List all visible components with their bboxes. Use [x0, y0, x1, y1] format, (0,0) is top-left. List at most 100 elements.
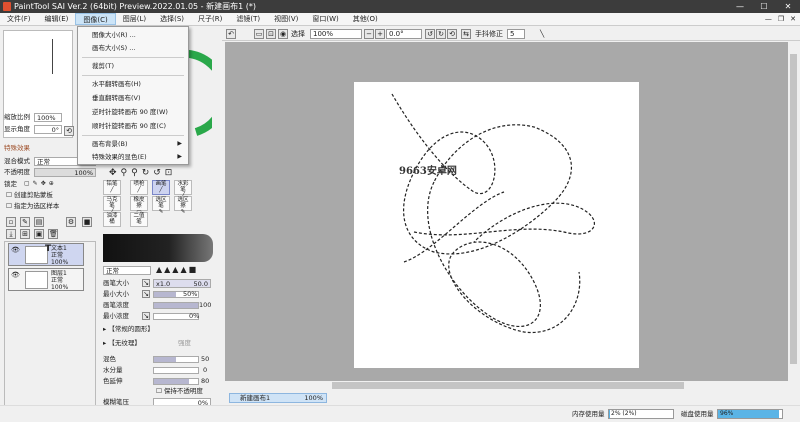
menu-item-rotate-cw[interactable]: 顺时针旋转画布 90 度(C)	[92, 122, 166, 131]
submenu-arrow-icon: ▶	[177, 153, 182, 160]
rotate-right-icon[interactable]: ↻	[436, 29, 446, 39]
menu-edit[interactable]: 编辑(E)	[38, 13, 76, 25]
tool-select-pen[interactable]: 选区笔 ✎	[152, 196, 170, 215]
stabilizer-select[interactable]: 5	[507, 29, 525, 39]
undo-icon[interactable]: ↶	[226, 29, 236, 39]
canvas-toolbar: ↶ ▭ ⊡ ◉ 选择 100% − + 0.0° ↺ ↻ ⟲ ⇆ 手抖修正 5 …	[222, 27, 800, 41]
tool-icons-row[interactable]: ✥⚲⚲↻↺⊡	[109, 168, 176, 178]
menu-ruler[interactable]: 尺子(R)	[191, 13, 229, 25]
opacity-slider[interactable]: 100%	[34, 168, 96, 177]
menu-item-flip-horizontal[interactable]: 水平翻转画布(H)	[92, 80, 141, 89]
tool-binary-pen[interactable]: 二值笔	[130, 212, 148, 227]
delete-layer-icon[interactable]: 🗑	[48, 229, 58, 239]
watermark-text: 9663安卓网	[399, 164, 457, 177]
menu-image[interactable]: 图像(C)	[75, 13, 116, 25]
rotate-reset-icon[interactable]: ⟲	[447, 29, 457, 39]
brush-shape-icons[interactable]: ▲▲▲▲■	[156, 265, 198, 274]
vertical-scroll-thumb[interactable]	[790, 54, 797, 364]
zoom-out-icon[interactable]: −	[364, 29, 374, 39]
rotate-left-icon[interactable]: ↺	[425, 29, 435, 39]
brush-size-slider[interactable]: x1.0 50.0	[153, 279, 211, 288]
persistence-slider[interactable]	[153, 378, 199, 385]
density-slider[interactable]	[153, 302, 199, 309]
select-label: 选择	[291, 30, 305, 38]
brush-blend-select[interactable]: 正常	[103, 266, 151, 275]
line-tool-icon[interactable]: ╲	[540, 29, 544, 39]
menu-item-rotate-ccw[interactable]: 逆时针旋转画布 90 度(W)	[92, 108, 168, 117]
disk-value: 96%	[720, 410, 734, 417]
zoom-in-icon[interactable]: +	[375, 29, 385, 39]
layer-opacity: 100%	[51, 284, 69, 291]
selection-toggle-icon[interactable]: ◉	[278, 29, 288, 39]
doc-restore-button[interactable]: ❐	[778, 13, 784, 26]
new-layer-icon[interactable]: ▫	[6, 217, 16, 227]
document-bar: 新建画布1 100%	[225, 391, 800, 405]
vertical-scrollbar[interactable]	[788, 42, 800, 381]
layer-row-layer1[interactable]: 👁 图层1 正常 100%	[8, 268, 84, 291]
clipping-checkbox[interactable]: ☐ 创建剪贴蒙板	[6, 191, 53, 200]
layer-row-text1[interactable]: 👁 T 文本1 正常 100%	[8, 243, 84, 266]
min-size-toggle-icon[interactable]: ↘	[142, 290, 150, 298]
close-button[interactable]: ✕	[776, 0, 800, 13]
tool-watercolor[interactable]: 水彩笔╱	[174, 180, 192, 199]
tool-airbrush[interactable]: 喷枪 ╱	[130, 180, 148, 195]
canvas-area[interactable]: 9663安卓网	[225, 42, 788, 381]
water-slider[interactable]	[153, 367, 199, 374]
brush-size-toggle-icon[interactable]: ↘	[142, 279, 150, 287]
menu-item-image-size[interactable]: 图像大小(R) ...	[92, 31, 136, 40]
menu-layer[interactable]: 图层(L)	[116, 13, 153, 25]
menu-view[interactable]: 视图(V)	[267, 13, 305, 25]
doc-close-button[interactable]: ✕	[790, 13, 796, 26]
lock-icons[interactable]: ▢✎✥⊕	[24, 180, 57, 187]
clear-layer-icon[interactable]: ▣	[34, 229, 44, 239]
tool-select-eraser[interactable]: 选区擦 ✎	[174, 196, 192, 215]
sketch-strokes: 9663安卓网	[391, 93, 595, 334]
selection-source-checkbox[interactable]: ☐ 指定为选区样本	[6, 202, 59, 211]
tool-pencil[interactable]: 铅笔 ╱	[103, 180, 121, 195]
min-density-toggle-icon[interactable]: ↘	[142, 312, 150, 320]
new-folder-icon[interactable]: ▤	[34, 217, 44, 227]
brush-shape-dropdown[interactable]: ▸ 【常规的圆形】	[103, 325, 154, 334]
menu-filter[interactable]: 滤镜(T)	[229, 13, 267, 25]
maximize-button[interactable]: ☐	[752, 0, 776, 13]
menu-item-canvas-background[interactable]: 画布背景(B)	[92, 140, 128, 149]
keep-opacity-checkbox[interactable]: ☐ 保持不透明度	[156, 387, 203, 396]
document-zoom: 100%	[304, 394, 323, 402]
tool-marker[interactable]: 马克笔╱	[103, 196, 121, 215]
flip-horizontal-icon[interactable]: ⇆	[461, 29, 471, 39]
menu-other[interactable]: 其他(O)	[346, 13, 385, 25]
menu-item-flip-vertical[interactable]: 垂直翻转画布(V)	[92, 94, 141, 103]
nav-angle-field[interactable]: 0°	[34, 125, 62, 134]
tool-brush[interactable]: 画笔 ╱	[152, 180, 170, 195]
horizontal-scrollbar[interactable]	[225, 381, 788, 391]
menu-item-canvas-size[interactable]: 画布大小(S) ...	[92, 44, 135, 53]
transfer-down-icon[interactable]: ⤓	[6, 229, 16, 239]
visibility-eye-icon[interactable]: 👁	[11, 271, 20, 279]
menu-file[interactable]: 文件(F)	[0, 13, 38, 25]
crop-icon[interactable]: ⊡	[266, 29, 276, 39]
tool-bucket[interactable]: 油漆桶	[103, 212, 121, 227]
canvas-paper[interactable]: 9663安卓网	[354, 82, 639, 368]
menu-item-effect-display[interactable]: 特殊效果的显色(E)	[92, 153, 147, 162]
tool-eraser[interactable]: 橡皮擦▭	[130, 196, 148, 215]
mix-slider[interactable]	[153, 356, 199, 363]
menu-window[interactable]: 窗口(W)	[305, 13, 345, 25]
menu-select[interactable]: 选择(S)	[153, 13, 191, 25]
document-tab[interactable]: 新建画布1 100%	[229, 393, 327, 403]
nav-reset-icon[interactable]: ⟲	[64, 126, 74, 136]
texture-dropdown[interactable]: ▸ 【无纹理】	[103, 339, 141, 348]
nav-zoom-field[interactable]: 100%	[34, 113, 62, 122]
visibility-eye-icon[interactable]: 👁	[11, 246, 20, 254]
new-linework-layer-icon[interactable]: ✎	[20, 217, 30, 227]
deselect-icon[interactable]: ▭	[254, 29, 264, 39]
merge-down-icon[interactable]: ⊞	[20, 229, 30, 239]
minimize-button[interactable]: —	[728, 0, 752, 13]
layer-mask-icon[interactable]: ■	[82, 217, 92, 227]
effects-header[interactable]: 特殊效果	[4, 144, 30, 153]
layer-settings-icon[interactable]: ⚙	[66, 217, 76, 227]
menu-item-crop[interactable]: 裁剪(T)	[92, 62, 114, 71]
zoom-select[interactable]: 100%	[310, 29, 362, 39]
angle-select[interactable]: 0.0°	[386, 29, 422, 39]
doc-minimize-button[interactable]: —	[765, 13, 772, 26]
horizontal-scroll-thumb[interactable]	[332, 382, 684, 389]
